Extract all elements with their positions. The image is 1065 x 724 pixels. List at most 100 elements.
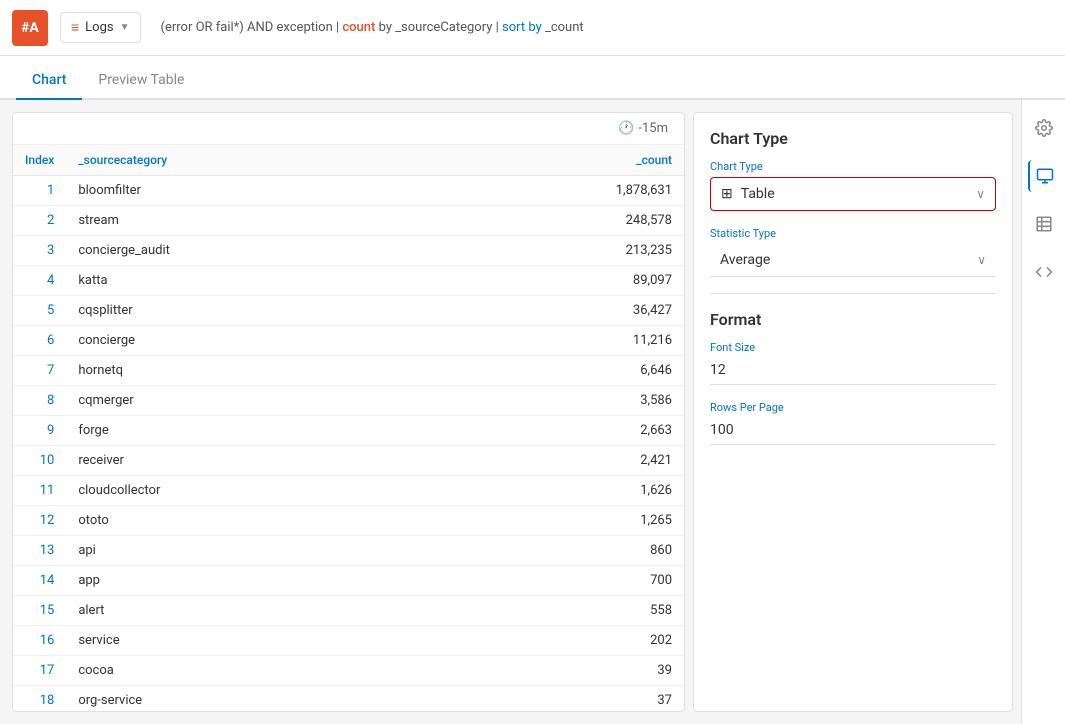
logs-label: Logs xyxy=(85,20,113,35)
cell-count: 1,878,631 xyxy=(431,176,684,206)
table-row: 8 cqmerger 3,586 xyxy=(13,386,684,416)
cell-name: hornetq xyxy=(66,356,431,386)
chevron-down-icon-2: ∨ xyxy=(977,253,986,267)
right-panel: Chart Type Chart Type ⊞ Table ∨ Statisti… xyxy=(693,112,1013,712)
chart-type-select[interactable]: ⊞ Table ∨ xyxy=(710,177,996,211)
table-row: 17 cocoa 39 xyxy=(13,656,684,686)
col-header-index: Index xyxy=(13,145,66,176)
rows-per-page-value: 100 xyxy=(710,418,996,445)
cell-count: 11,216 xyxy=(431,326,684,356)
cell-index: 7 xyxy=(13,356,66,386)
cell-name: org-service xyxy=(66,686,431,712)
cell-index: 8 xyxy=(13,386,66,416)
cell-name: concierge xyxy=(66,326,431,356)
tab-preview-table[interactable]: Preview Table xyxy=(82,62,200,100)
table-row: 10 receiver 2,421 xyxy=(13,446,684,476)
table-row: 9 forge 2,663 xyxy=(13,416,684,446)
font-size-label: Font Size xyxy=(710,341,996,354)
cell-count: 700 xyxy=(431,566,684,596)
cell-name: cocoa xyxy=(66,656,431,686)
col-header-sourcecategory: _sourcecategory xyxy=(66,145,431,176)
clock-icon: 🕐 xyxy=(618,121,634,136)
chart-type-title: Chart Type xyxy=(710,129,996,148)
cell-name: ototo xyxy=(66,506,431,536)
table-row: 2 stream 248,578 xyxy=(13,206,684,236)
table-row: 12 ototo 1,265 xyxy=(13,506,684,536)
cell-index: 9 xyxy=(13,416,66,446)
cell-count: 6,646 xyxy=(431,356,684,386)
query-count-keyword: count xyxy=(342,20,375,35)
table-wrapper[interactable]: Index _sourcecategory _count 1 bloomfilt… xyxy=(13,145,684,711)
chevron-down-icon: ∨ xyxy=(976,187,985,201)
cell-name: receiver xyxy=(66,446,431,476)
cell-count: 860 xyxy=(431,536,684,566)
statistic-type-value: Average xyxy=(720,252,977,268)
cell-name: api xyxy=(66,536,431,566)
cell-name: bloomfilter xyxy=(66,176,431,206)
table-header-row: Index _sourcecategory _count xyxy=(13,145,684,176)
logs-icon: ≡ xyxy=(71,19,79,36)
chart-type-section: Chart Type ⊞ Table ∨ xyxy=(710,160,996,211)
table-row: 5 cqsplitter 36,427 xyxy=(13,296,684,326)
table-row: 1 bloomfilter 1,878,631 xyxy=(13,176,684,206)
panel-header: 🕐 -15m xyxy=(13,113,684,145)
cell-index: 2 xyxy=(13,206,66,236)
cell-name: app xyxy=(66,566,431,596)
left-panel: 🕐 -15m Index _sourcecategory _count 1 bl… xyxy=(12,112,685,712)
layers-icon-button[interactable] xyxy=(1028,208,1060,240)
cell-index: 13 xyxy=(13,536,66,566)
settings-icon-button[interactable] xyxy=(1028,112,1060,144)
cell-index: 17 xyxy=(13,656,66,686)
cell-count: 248,578 xyxy=(431,206,684,236)
time-badge: 🕐 -15m xyxy=(618,121,668,136)
cell-name: cqmerger xyxy=(66,386,431,416)
tab-chart[interactable]: Chart xyxy=(16,62,82,100)
cell-count: 1,265 xyxy=(431,506,684,536)
code-icon-button[interactable] xyxy=(1028,256,1060,288)
tabs-bar: Chart Preview Table xyxy=(0,56,1065,100)
cell-index: 12 xyxy=(13,506,66,536)
time-value: -15m xyxy=(638,121,668,136)
cell-count: 202 xyxy=(431,626,684,656)
cell-name: cloudcollector xyxy=(66,476,431,506)
cell-name: forge xyxy=(66,416,431,446)
cell-index: 18 xyxy=(13,686,66,712)
logs-dropdown-button[interactable]: ≡ Logs ▼ xyxy=(60,12,141,43)
cell-count: 213,235 xyxy=(431,236,684,266)
chart-type-label: Chart Type xyxy=(710,160,996,173)
icon-rail xyxy=(1021,100,1065,724)
query-text-middle: by _sourceCategory | xyxy=(375,20,502,35)
cell-name: alert xyxy=(66,596,431,626)
cell-index: 6 xyxy=(13,326,66,356)
cell-index: 1 xyxy=(13,176,66,206)
table-row: 6 concierge 11,216 xyxy=(13,326,684,356)
font-size-value: 12 xyxy=(710,358,996,385)
cell-index: 14 xyxy=(13,566,66,596)
app-icon: #A xyxy=(12,10,48,46)
table-body: 1 bloomfilter 1,878,631 2 stream 248,578… xyxy=(13,176,684,712)
query-sort-field: _count xyxy=(542,20,584,35)
monitor-icon-button[interactable] xyxy=(1028,160,1060,192)
statistic-type-select[interactable]: Average ∨ xyxy=(710,244,996,277)
chevron-down-icon: ▼ xyxy=(120,22,130,33)
table-row: 18 org-service 37 xyxy=(13,686,684,712)
cell-name: katta xyxy=(66,266,431,296)
cell-index: 15 xyxy=(13,596,66,626)
cell-count: 558 xyxy=(431,596,684,626)
cell-name: concierge_audit xyxy=(66,236,431,266)
cell-count: 39 xyxy=(431,656,684,686)
cell-index: 5 xyxy=(13,296,66,326)
table-row: 15 alert 558 xyxy=(13,596,684,626)
table-row: 11 cloudcollector 1,626 xyxy=(13,476,684,506)
col-header-count: _count xyxy=(431,145,684,176)
cell-count: 89,097 xyxy=(431,266,684,296)
cell-index: 3 xyxy=(13,236,66,266)
cell-name: service xyxy=(66,626,431,656)
rows-per-page-section: Rows Per Page 100 xyxy=(710,401,996,445)
query-sort-by: sort by xyxy=(502,20,542,35)
cell-count: 37 xyxy=(431,686,684,712)
statistic-type-label: Statistic Type xyxy=(710,227,996,240)
statistic-type-section: Statistic Type Average ∨ xyxy=(710,227,996,277)
cell-count: 2,663 xyxy=(431,416,684,446)
cell-index: 16 xyxy=(13,626,66,656)
